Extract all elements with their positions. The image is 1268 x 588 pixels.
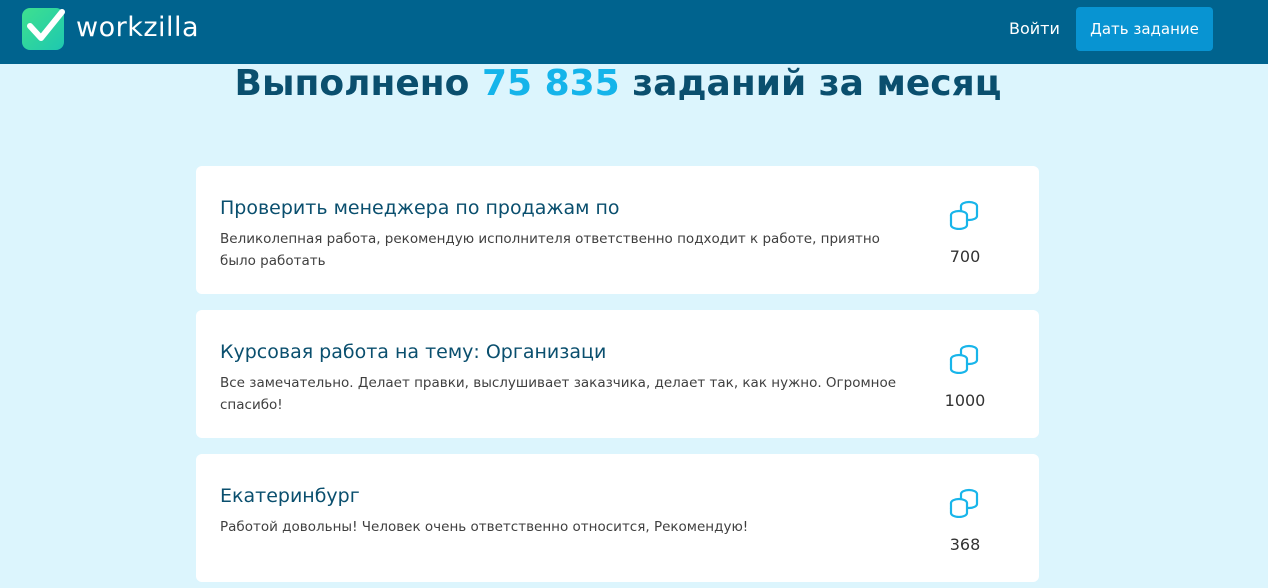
task-title[interactable]: Курсовая работа на тему: Организаци	[220, 340, 606, 364]
top-navigation-bar: workzilla Войти Дать задание	[0, 0, 1268, 64]
headline-prefix: Выполнено	[234, 63, 482, 104]
coins-icon	[949, 344, 979, 374]
login-link[interactable]: Войти	[1009, 18, 1060, 40]
task-review: Великолепная работа, рекомендую исполнит…	[220, 231, 880, 269]
task-review: Все замечательно. Делает правки, выслуши…	[220, 375, 897, 413]
task-review: Работой довольны! Человек очень ответств…	[220, 519, 749, 535]
logo-check-icon	[22, 8, 65, 50]
completed-tasks-count: 75 835	[481, 63, 620, 104]
coins-icon	[949, 488, 979, 518]
task-title[interactable]: Екатеринбург	[220, 484, 360, 508]
page-headline: Выполнено 75 835 заданий за месяц	[0, 62, 1236, 106]
headline-suffix: заданий за месяц	[619, 63, 1002, 104]
task-title[interactable]: Проверить менеджера по продажам по	[220, 196, 620, 220]
task-card[interactable]: Екатеринбург Работой довольны! Человек о…	[196, 454, 1039, 582]
coins-icon	[949, 200, 979, 230]
task-card[interactable]: Курсовая работа на тему: Организаци Все …	[196, 310, 1039, 438]
task-price: 1000	[944, 391, 986, 410]
give-task-button[interactable]: Дать задание	[1076, 7, 1213, 51]
logo-text: workzilla	[76, 11, 200, 43]
task-price: 368	[949, 535, 981, 554]
logo-link[interactable]: workzilla	[22, 6, 199, 50]
task-price: 700	[949, 247, 981, 266]
task-card[interactable]: Проверить менеджера по продажам по Велик…	[196, 166, 1039, 294]
